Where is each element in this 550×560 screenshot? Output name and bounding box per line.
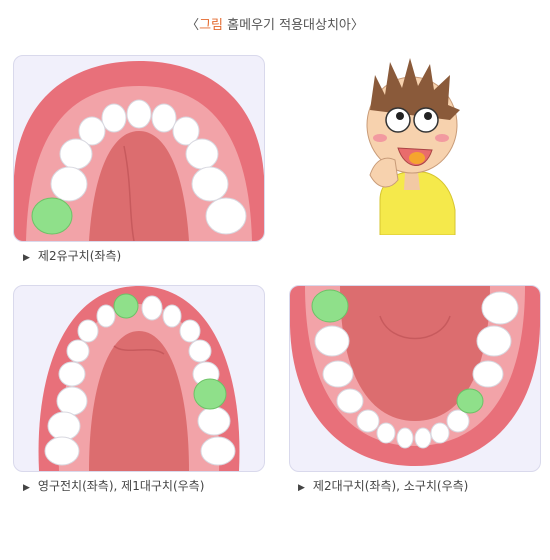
triangle-right-icon: ▶ — [298, 483, 305, 493]
upper-jaw-illustration — [14, 61, 264, 241]
figure-title: 〈그림 홈메우기 적용대상치아〉 — [0, 14, 550, 33]
panel-2-caption: ▶ 영구전치(좌측), 제1대구치(우측) — [23, 477, 204, 494]
title-label: 그림 — [199, 18, 224, 33]
triangle-right-icon: ▶ — [23, 253, 30, 263]
panel-1-caption: ▶ 제2유구치(좌측) — [23, 247, 121, 264]
panel-upper-jaw-permanent — [13, 285, 265, 472]
highlighted-tooth-first-molar — [193, 378, 227, 410]
highlighted-tooth-second-primary-molar — [31, 197, 73, 235]
highlighted-tooth-second-molar — [311, 289, 349, 323]
caption-text: 영구전치(좌측), 제1대구치(우측) — [37, 479, 205, 493]
title-bracket-close: 〉 — [350, 18, 364, 33]
triangle-right-icon: ▶ — [23, 483, 30, 493]
highlighted-tooth-permanent-incisor — [113, 293, 139, 319]
title-bracket-open: 〈 — [186, 18, 200, 33]
highlighted-tooth-premolar — [456, 388, 484, 414]
panel-lower-jaw — [289, 285, 541, 472]
lower-jaw-illustration — [290, 286, 540, 466]
caption-text: 제2유구치(좌측) — [37, 249, 122, 263]
panel-3-caption: ▶ 제2대구치(좌측), 소구치(우측) — [298, 477, 468, 494]
caption-text: 제2대구치(좌측), 소구치(우측) — [312, 479, 469, 493]
title-text: 홈메우기 적용대상치아 — [227, 18, 351, 33]
panel-upper-jaw-primary — [13, 55, 265, 242]
upper-jaw-permanent-illustration — [38, 286, 240, 471]
boy-character-illustration — [350, 50, 470, 236]
